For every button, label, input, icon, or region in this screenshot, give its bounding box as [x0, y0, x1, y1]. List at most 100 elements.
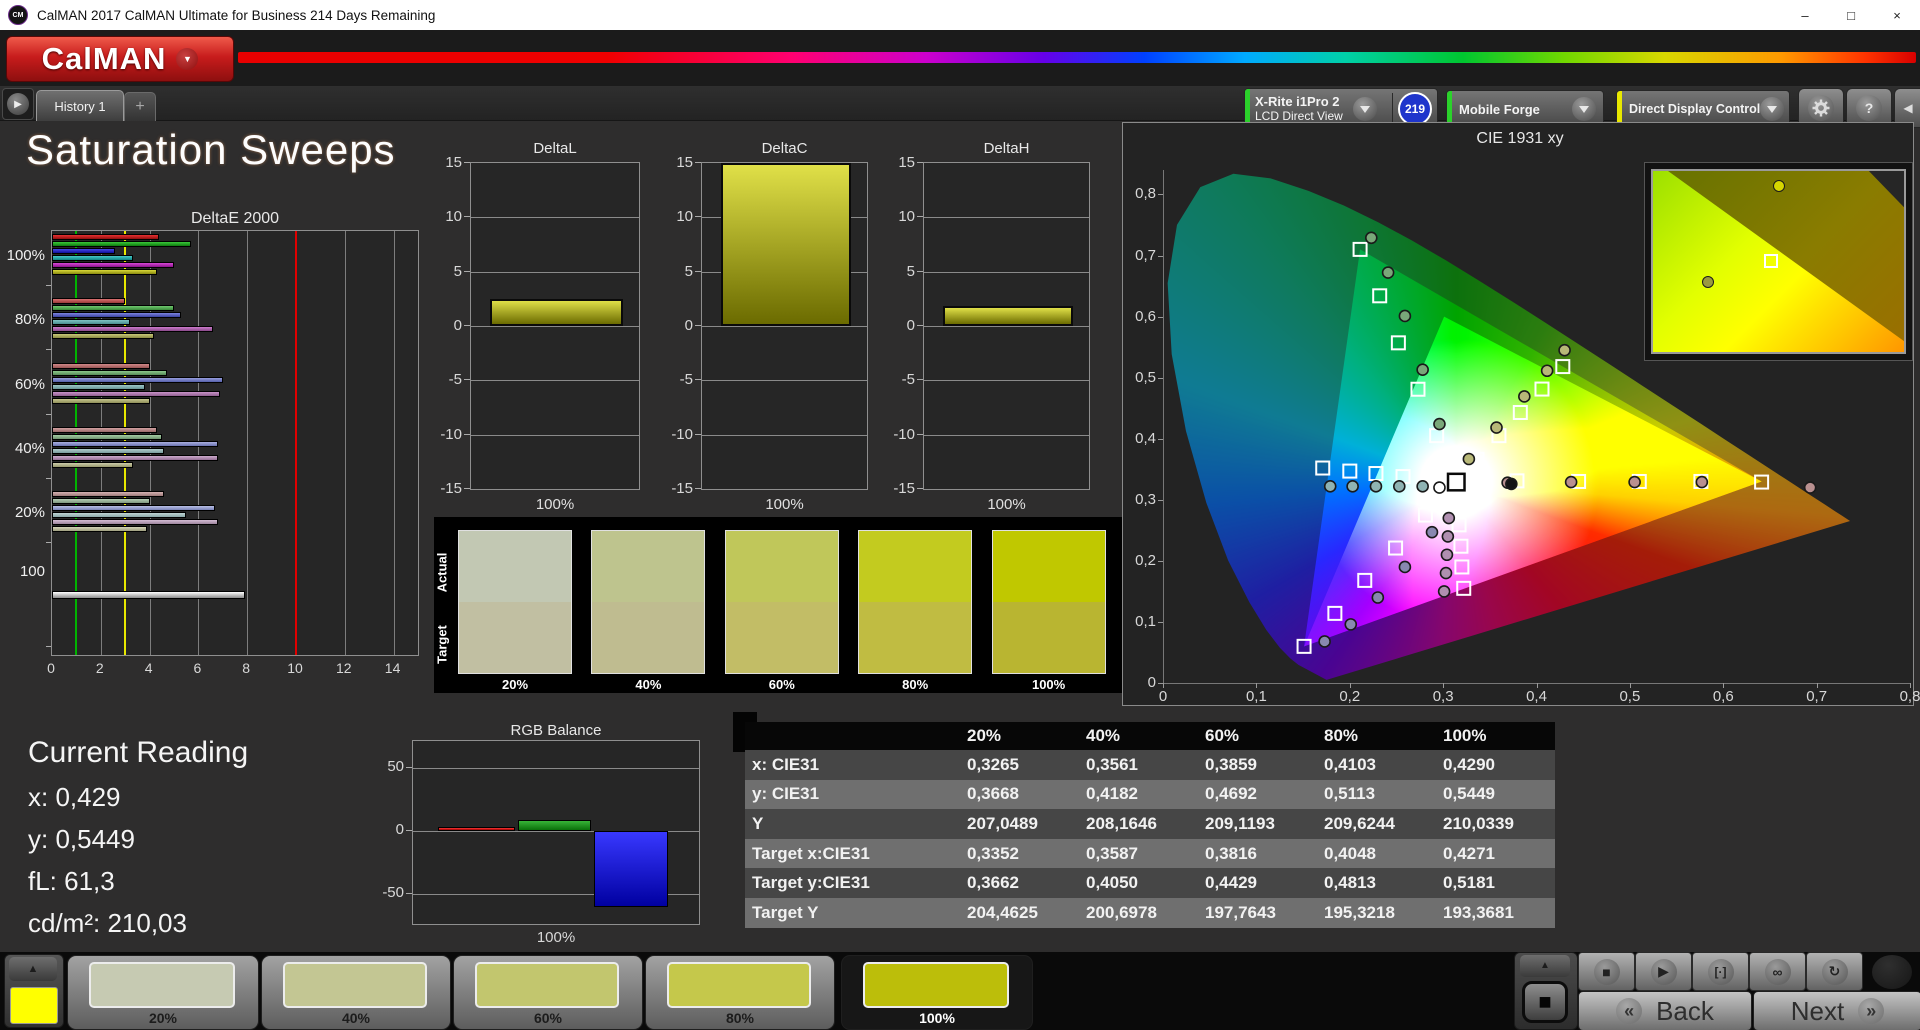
delta-x-label: 100%: [535, 496, 575, 513]
play-button[interactable]: ▶: [1635, 952, 1692, 991]
tab-history-1[interactable]: History 1: [36, 90, 124, 121]
play-arrow-icon: ▶: [7, 93, 29, 115]
delta-y-tick: [695, 379, 701, 381]
cie-y-tick: [1158, 377, 1163, 379]
cie-target-green: [1352, 241, 1368, 257]
loop-button[interactable]: ↻: [1806, 952, 1863, 991]
delta-y-tick-label: 10: [676, 208, 693, 226]
deltae-bar-white: [52, 591, 245, 599]
deltae-bar: [52, 369, 167, 376]
maximize-button[interactable]: □: [1828, 0, 1874, 30]
minimize-button[interactable]: –: [1782, 0, 1828, 30]
delta-gridline: [702, 326, 867, 327]
cie-target-green: [1372, 288, 1388, 304]
deltae-bar: [52, 433, 162, 440]
continuous-icon: ∞: [1764, 958, 1791, 985]
delta-y-tick-label: 15: [898, 154, 915, 171]
table-cell: 0,3265: [967, 754, 1019, 774]
saturation-button-80%[interactable]: 80%: [645, 955, 835, 1030]
tab-nav-button[interactable]: ▶: [2, 88, 34, 120]
delta-y-tick: [464, 270, 470, 272]
table-cell: 0,4050: [1086, 873, 1138, 893]
saturation-button-20%[interactable]: 20%: [67, 955, 259, 1030]
saturation-button-60%[interactable]: 60%: [453, 955, 643, 1030]
titlebar: CM CalMAN 2017 CalMAN Ultimate for Busin…: [0, 0, 1920, 30]
swatch-60%: [724, 530, 839, 674]
table-header-cell: 20%: [967, 726, 1002, 745]
table-row-label: y: CIE31: [752, 784, 820, 804]
calman-menu-button[interactable]: CalMAN ▼: [6, 36, 234, 82]
saturation-button-100%[interactable]: 100%: [841, 955, 1033, 1030]
chevron-left-icon: ◀: [1903, 101, 1913, 115]
stop-icon: ■: [1593, 958, 1620, 985]
single-measure-button[interactable]: [·]: [1692, 952, 1749, 991]
cie-target-cyan: [1342, 463, 1358, 479]
close-button[interactable]: ×: [1874, 0, 1920, 30]
table-cell: 0,4103: [1324, 754, 1376, 774]
tab-bar: ▶ History 1 + X-Rite i1Pro 2 LCD Direct …: [0, 86, 1920, 130]
cie-measurement-green: [1381, 266, 1395, 279]
cie-y-tick: [1158, 255, 1163, 257]
deltae-bar: [52, 505, 216, 512]
delta-y-tick: [695, 216, 701, 218]
deltae-bar: [52, 376, 223, 383]
cie-measurement-yellow: [1558, 343, 1571, 357]
swatch-label: 40%: [635, 677, 662, 692]
delta-y-tick-label: 5: [906, 262, 915, 280]
saturation-button-40%[interactable]: 40%: [261, 955, 451, 1030]
continuous-button[interactable]: ∞: [1749, 952, 1806, 991]
deltae-group-label: 40%: [14, 439, 45, 457]
cie-y-tick-label: 0,8: [1135, 185, 1156, 203]
meter-count-badge[interactable]: 219: [1398, 92, 1432, 126]
deltae-bar: [52, 305, 174, 312]
cie-measurement-cyan: [1369, 480, 1383, 493]
cie-target-yellow: [1534, 381, 1550, 397]
next-button[interactable]: Next »: [1753, 991, 1920, 1030]
delta-y-tick: [464, 488, 470, 489]
deltae-x-tick-label: 12: [336, 660, 352, 676]
back-button[interactable]: « Back: [1578, 991, 1752, 1030]
cie-measurement-yellow: [1540, 364, 1554, 378]
cie-zoom-inset-plot: [1651, 169, 1906, 354]
cie-x-tick-label: 0: [1158, 688, 1168, 705]
play-icon: ▶: [1650, 958, 1677, 985]
table-row: Target y:CIE31 0,3662 0,4050 0,4429 0,4813 0,…: [745, 868, 1555, 898]
actual-target-swatch-panel: Actual Target 20% 40% 60% 80% 100%: [434, 517, 1122, 693]
cie-measurement-blue: [1371, 591, 1385, 604]
swatch-actual: [725, 531, 838, 602]
delta-bar-deltac: [721, 163, 851, 326]
table-cell: 0,5113: [1324, 784, 1376, 804]
table-row: Target x:CIE31 0,3352 0,3587 0,3816 0,4048 0,…: [745, 838, 1555, 869]
deltae-group-label: 20%: [14, 504, 45, 522]
saturation-swatch: [283, 962, 427, 1008]
deltae-bar: [52, 447, 165, 454]
delta-gridline: [924, 271, 1089, 273]
session-up-button[interactable]: ▲: [1520, 955, 1570, 977]
delta-y-tick-label: -10: [893, 425, 915, 443]
deltae-y-tick: [46, 413, 51, 415]
rgb-y-tick-label: 50: [387, 758, 404, 775]
delta-gridline: [471, 271, 639, 273]
stop-session-button[interactable]: ■: [1522, 981, 1568, 1023]
cie-measurement-green: [1433, 417, 1446, 431]
add-tab-button[interactable]: +: [124, 92, 156, 121]
swatch-target: [459, 602, 571, 673]
cie-measurement-cyan: [1323, 480, 1337, 493]
palette-up-button[interactable]: ▲: [9, 957, 57, 981]
loop-icon: ↻: [1821, 958, 1848, 985]
deltae-x-tick-label: 6: [193, 660, 202, 676]
delta-gridline: [471, 380, 639, 382]
cie-x-tick-label: 0,1: [1245, 688, 1267, 705]
cie-measurement-green: [1416, 363, 1429, 377]
cie-measurement-yellow: [1462, 452, 1476, 466]
table-cell: 193,3681: [1443, 902, 1514, 922]
chevron-down-icon: [1353, 97, 1377, 121]
rgb-y-tick: [406, 830, 412, 831]
cie-measurement-magenta: [1437, 585, 1451, 598]
deltae-bar: [52, 333, 155, 340]
cie-measurement-red: [1695, 475, 1709, 489]
stop-button[interactable]: ■: [1578, 952, 1635, 991]
table-row: y: CIE31 0,3668 0,4182 0,4692 0,5113 0,5449: [745, 779, 1555, 810]
single-measure-icon: [·]: [1707, 958, 1734, 985]
delta-gridline: [924, 326, 1089, 327]
